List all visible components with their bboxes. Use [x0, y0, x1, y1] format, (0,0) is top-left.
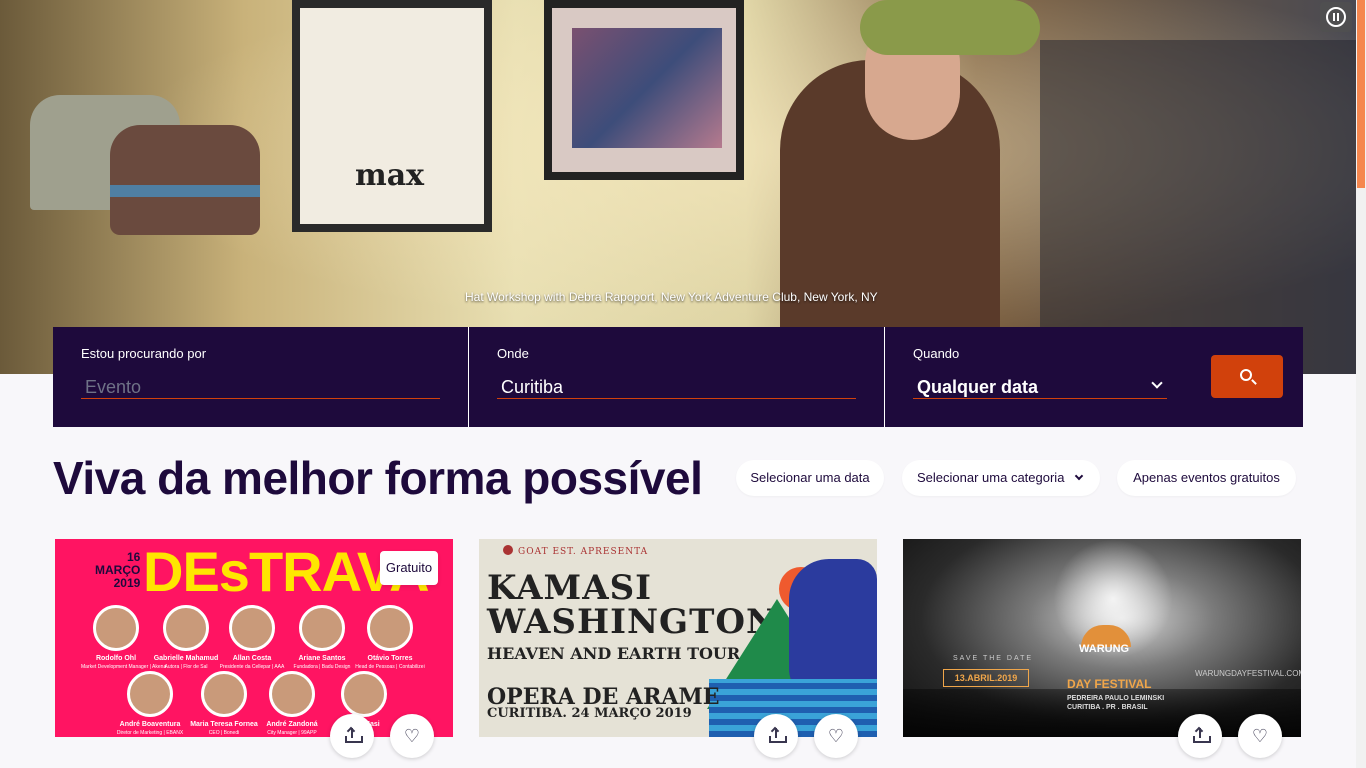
speaker-avatar [127, 671, 173, 717]
search-bar: Estou procurando por Evento Onde Curitib… [53, 327, 1303, 427]
share-button[interactable] [754, 714, 798, 758]
speaker-name: André Boaventura [119, 721, 181, 728]
card3-site: WARUNGDAYFESTIVAL.COM [1195, 669, 1301, 678]
heart-icon: ♡ [1251, 726, 1269, 746]
speaker-role: Fundadora | Badu Design [293, 664, 351, 670]
hero-shelf [1040, 40, 1356, 374]
heart-icon: ♡ [827, 726, 845, 746]
like-button[interactable]: ♡ [1238, 714, 1282, 758]
speaker-avatar [269, 671, 315, 717]
speaker-name: Ariane Santos [298, 655, 346, 662]
search-what: Estou procurando por Evento [53, 327, 469, 427]
speaker-avatar [201, 671, 247, 717]
share-button[interactable] [1178, 714, 1222, 758]
search-when-value: Qualquer data [917, 377, 1039, 397]
search-icon [1239, 369, 1252, 381]
speaker-avatar [163, 605, 209, 651]
search-where-input[interactable]: Curitiba [497, 375, 856, 399]
card2-portrait [789, 559, 877, 699]
speaker-role: CEO | Bonedi [208, 730, 240, 736]
page-title: Viva da melhor forma possível [53, 452, 703, 504]
share-upload-icon [1193, 726, 1211, 743]
hero-hat [110, 125, 260, 235]
card2-tour: HEAVEN AND EARTH TOUR [487, 644, 741, 663]
hero-caption: Hat Workshop with Debra Rapoport, New Yo… [465, 290, 878, 304]
pause-circle-icon [1326, 7, 1346, 27]
speaker-name: Allan Costa [232, 655, 272, 662]
speaker-role: City Manager | 99APP [267, 730, 317, 736]
hero-person-turban [860, 0, 1040, 55]
filter-category-dropdown[interactable]: Selecionar uma categoria [902, 460, 1100, 496]
card2-presents: GOAT EST. APRESENTA [503, 545, 648, 557]
speaker-avatar [229, 605, 275, 651]
search-what-input[interactable]: Evento [81, 375, 440, 399]
speaker-role: Autora | Flor de Sal [164, 664, 208, 670]
filter-date-button[interactable]: Selecionar uma data [736, 460, 884, 496]
card3-save-date: SAVE THE DATE [953, 655, 1034, 662]
speaker-avatar [341, 671, 387, 717]
speaker-name: Rodolfo Ohl [95, 655, 137, 662]
speaker-avatar [299, 605, 345, 651]
event-card-warung[interactable]: WARUNG SAVE THE DATE 13.ABRIL.2019 WARUN… [903, 539, 1301, 737]
speaker-avatar [367, 605, 413, 651]
pause-button[interactable] [1320, 2, 1352, 32]
speaker-role: Diretor de Marketing | EBANX [116, 730, 184, 736]
search-button[interactable] [1211, 355, 1283, 398]
card3-logo-bottom: DAY FESTIVAL [1067, 677, 1152, 691]
card3-logo-top: WARUNG [1079, 643, 1130, 655]
speaker-name: Otávio Torres [367, 655, 413, 662]
chevron-down-icon [1151, 377, 1163, 389]
chevron-down-icon [1074, 471, 1084, 481]
hero-banner: max Hat Workshop with Debra Rapoport, Ne… [0, 0, 1356, 374]
hero-poster-text: max [355, 158, 425, 193]
card3-venue-city: CURITIBA . PR . BRASIL [1067, 704, 1148, 711]
search-when: Quando Qualquer data [885, 327, 1303, 427]
search-where: Onde Curitiba [469, 327, 885, 427]
like-button[interactable]: ♡ [814, 714, 858, 758]
speaker-role: Presidente da Cellepar | AAA [219, 664, 285, 670]
filter-category-label: Selecionar uma categoria [917, 470, 1065, 485]
search-what-label: Estou procurando por [81, 346, 207, 361]
share-button[interactable] [330, 714, 374, 758]
speaker-name: Maria Teresa Fornea [190, 721, 258, 728]
card1-date: 16 MARÇO 2019 [95, 550, 141, 590]
speaker-role: Market Development Manager | Akena [81, 664, 167, 670]
speaker-name: André Zandoná [266, 721, 318, 728]
scrollbar-thumb[interactable] [1357, 0, 1365, 188]
card2-city-date: CURITIBA. 24 MARÇO 2019 [487, 706, 692, 721]
search-when-select[interactable]: Qualquer data [913, 375, 1167, 399]
speaker-name: Gabrielle Mahamud [153, 655, 219, 662]
card3-venue: PEDREIRA PAULO LEMINSKI CURITIBA . PR . … [1067, 694, 1164, 712]
card3-venue-name: PEDREIRA PAULO LEMINSKI [1067, 695, 1165, 702]
search-where-label: Onde [497, 346, 529, 361]
heart-icon: ♡ [403, 726, 421, 746]
like-button[interactable]: ♡ [390, 714, 434, 758]
share-upload-icon [769, 726, 787, 743]
hero-poster-max: max [292, 0, 492, 232]
speaker-avatar [93, 605, 139, 651]
free-badge: Gratuito [380, 551, 438, 585]
search-when-label: Quando [913, 346, 960, 361]
share-upload-icon [345, 726, 363, 743]
filter-free-button[interactable]: Apenas eventos gratuitos [1117, 460, 1296, 496]
page-scrollbar[interactable] [1356, 0, 1366, 768]
event-card-kamasi[interactable]: GOAT EST. APRESENTA KAMASI WASHINGTON HE… [479, 539, 877, 737]
card3-date: 13.ABRIL.2019 [943, 669, 1029, 687]
speaker-role: Head de Pessoas | Contabilizei [355, 664, 425, 670]
hero-poster-art [544, 0, 744, 180]
